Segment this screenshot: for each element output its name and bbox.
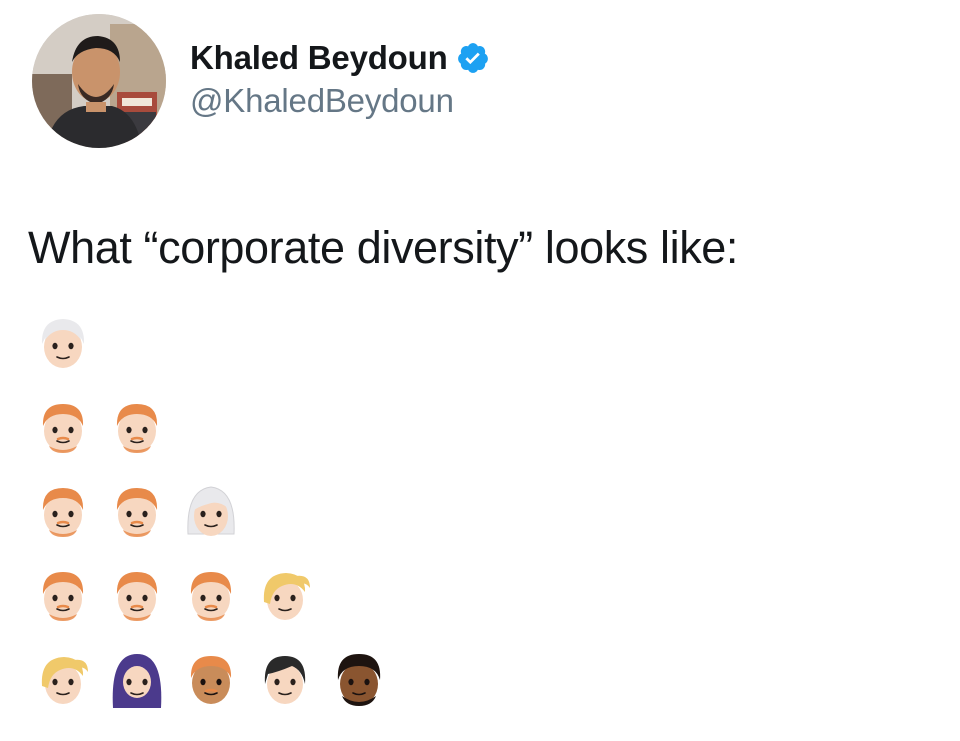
- woman-blonde-emoji-icon: [263, 573, 310, 620]
- man-red-hair-emoji-icon: [42, 572, 84, 621]
- emoji-row: [36, 566, 406, 650]
- author-display-name[interactable]: Khaled Beydoun: [190, 39, 448, 77]
- author-handle[interactable]: @KhaledBeydoun: [190, 82, 454, 120]
- woman-black-hair-emoji-icon: [264, 656, 306, 704]
- woman-headscarf-emoji-icon: [112, 654, 162, 708]
- man-red-hair-emoji-icon: [116, 488, 158, 537]
- man-red-hair-emoji-icon: [42, 404, 84, 453]
- man-red-hair-emoji-icon: [190, 572, 232, 621]
- man-red-hair-emoji-icon: [116, 404, 158, 453]
- man-medium-skin-emoji-icon: [190, 656, 232, 704]
- avatar[interactable]: [32, 14, 166, 148]
- man-red-hair-emoji-icon: [116, 572, 158, 621]
- emoji-row: [36, 398, 406, 482]
- tweet-card: Khaled Beydoun @KhaledBeydoun What “corp…: [0, 0, 960, 741]
- man-dark-skin-emoji-icon: [337, 654, 381, 706]
- old-woman-emoji-icon: [187, 486, 235, 536]
- profile-photo-icon: [32, 14, 166, 148]
- author-name-row[interactable]: Khaled Beydoun: [190, 38, 490, 78]
- emoji-row: [36, 314, 406, 398]
- emoji-row: [36, 650, 406, 734]
- tweet-text: What “corporate diversity” looks like:: [28, 222, 739, 273]
- emoji-row: [36, 482, 406, 566]
- man-red-hair-emoji-icon: [42, 488, 84, 537]
- woman-blonde-emoji-icon: [41, 657, 88, 704]
- verified-badge-icon: [456, 41, 490, 75]
- emoji-grid: [36, 314, 406, 734]
- older-man-emoji-icon: [41, 319, 85, 368]
